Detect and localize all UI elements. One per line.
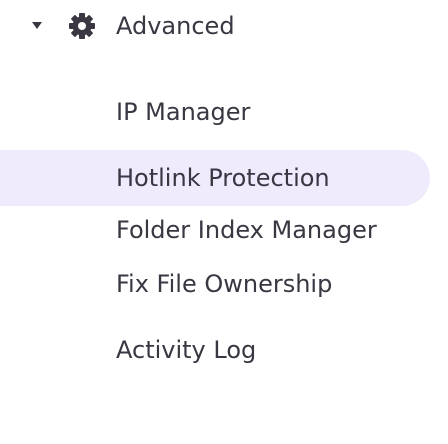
- menu-item-ip-manager[interactable]: IP Manager: [0, 84, 430, 140]
- advanced-group-title: Advanced: [116, 12, 235, 40]
- menu-item-activity-log[interactable]: Activity Log: [0, 322, 430, 378]
- caret-down-icon[interactable]: [32, 22, 42, 29]
- menu-item-label: Activity Log: [116, 336, 257, 364]
- menu-item-label: Fix File Ownership: [116, 270, 333, 298]
- menu-item-label: Hotlink Protection: [116, 164, 330, 192]
- advanced-group-header[interactable]: Advanced: [0, 0, 448, 56]
- gear-icon: [69, 13, 95, 39]
- menu-item-folder-index-manager[interactable]: Folder Index Manager: [0, 202, 430, 258]
- menu-item-label: Folder Index Manager: [116, 216, 377, 244]
- menu-item-label: IP Manager: [116, 98, 251, 126]
- menu-item-fix-file-ownership[interactable]: Fix File Ownership: [0, 256, 430, 312]
- sidebar-advanced-section: Advanced IP Manager Hotlink Protection F…: [0, 0, 448, 444]
- menu-item-hotlink-protection[interactable]: Hotlink Protection: [0, 150, 430, 206]
